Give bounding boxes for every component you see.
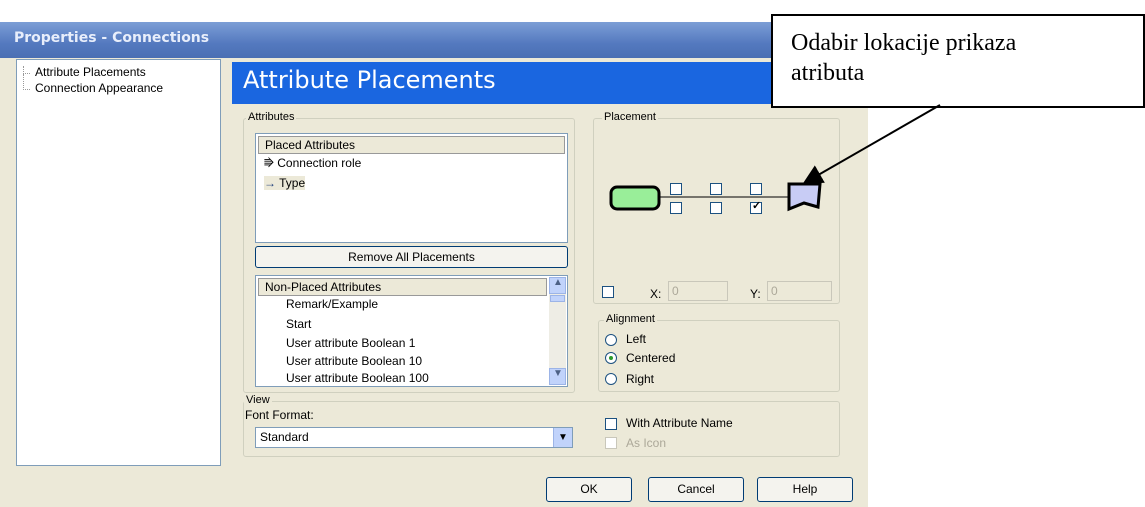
- align-left-label: Left: [626, 332, 647, 346]
- chevron-up-icon: ▲: [553, 277, 563, 288]
- align-centered-label: Centered: [626, 351, 676, 365]
- tree-item-attribute-placements[interactable]: Attribute Placements: [35, 65, 146, 79]
- as-icon-label: As Icon: [626, 436, 667, 450]
- scroll-up-button[interactable]: ▲: [549, 277, 566, 294]
- font-format-value: Standard: [260, 430, 309, 444]
- help-button[interactable]: Help: [757, 477, 853, 502]
- align-left-radio[interactable]: [605, 334, 617, 346]
- cancel-button[interactable]: Cancel: [648, 477, 744, 502]
- connection-role-icon: ⭆: [264, 158, 274, 170]
- callout-arrow-line: [802, 104, 941, 184]
- callout-line-1: Odabir lokacije prikaza: [791, 30, 1017, 56]
- align-right-label: Right: [626, 372, 655, 386]
- placement-checkbox-bottom-middle[interactable]: [710, 202, 722, 214]
- scroll-down-button[interactable]: ▼: [549, 368, 566, 385]
- y-input[interactable]: 0: [767, 281, 832, 301]
- x-label: X:: [650, 287, 662, 301]
- scroll-thumb[interactable]: [550, 295, 565, 302]
- source-node-icon: [609, 185, 661, 211]
- view-group-label: View: [244, 394, 272, 406]
- position-checkbox[interactable]: [602, 286, 614, 298]
- placed-attributes-header: Placed Attributes: [258, 136, 565, 154]
- attributes-group-label: Attributes: [246, 111, 297, 123]
- as-icon-checkbox[interactable]: [605, 437, 617, 449]
- callout-box: Odabir lokacije prikaza atributa: [771, 14, 1145, 108]
- align-centered-radio[interactable]: [605, 352, 617, 364]
- placed-attributes-list[interactable]: Placed Attributes ⭆ Connection role → Ty…: [255, 133, 568, 243]
- callout-text: Odabir lokacije prikaza atributa: [791, 28, 1016, 88]
- tree-connector: [23, 66, 30, 74]
- tree-item-connection-appearance[interactable]: Connection Appearance: [35, 81, 163, 95]
- list-item[interactable]: ⭆ Connection role: [264, 156, 361, 171]
- window-title: Properties - Connections: [14, 30, 210, 46]
- callout-line-2: atributa: [791, 60, 865, 86]
- placement-checkbox-top-left[interactable]: [670, 183, 682, 195]
- placement-checkbox-bottom-left[interactable]: [670, 202, 682, 214]
- tree-connector: [23, 74, 30, 90]
- x-input[interactable]: 0: [668, 281, 728, 301]
- list-item[interactable]: → Type: [264, 176, 306, 190]
- list-item[interactable]: User attribute Boolean 10: [286, 354, 422, 368]
- list-item[interactable]: Start: [286, 317, 311, 331]
- font-format-label: Font Format:: [245, 408, 314, 422]
- placement-group-label: Placement: [602, 111, 658, 123]
- align-right-radio[interactable]: [605, 373, 617, 385]
- list-scrollbar[interactable]: ▲ ▼: [549, 277, 566, 385]
- checkmark-icon: ✓: [752, 200, 762, 212]
- ok-button[interactable]: OK: [546, 477, 632, 502]
- navigation-tree: Attribute Placements Connection Appearan…: [16, 59, 221, 466]
- list-item[interactable]: User attribute Boolean 100: [286, 371, 429, 385]
- non-placed-attributes-list[interactable]: Non-Placed Attributes Remark/Example Sta…: [255, 275, 568, 387]
- placement-checkbox-bottom-right[interactable]: ✓: [750, 200, 762, 214]
- list-item[interactable]: Remark/Example: [286, 297, 378, 311]
- section-title: Attribute Placements: [243, 66, 496, 94]
- with-attribute-name-label: With Attribute Name: [626, 416, 733, 430]
- non-placed-attributes-header: Non-Placed Attributes: [258, 278, 547, 296]
- y-label: Y:: [750, 287, 761, 301]
- list-item[interactable]: User attribute Boolean 1: [286, 336, 415, 350]
- callout-arrow: [802, 104, 941, 184]
- alignment-group-label: Alignment: [604, 313, 657, 325]
- placement-checkbox-top-right[interactable]: [750, 183, 762, 195]
- chevron-down-icon: ▼: [553, 368, 563, 379]
- with-attribute-name-checkbox[interactable]: [605, 418, 617, 430]
- remove-all-placements-button[interactable]: Remove All Placements: [255, 246, 568, 268]
- font-format-select[interactable]: Standard ▼: [255, 427, 573, 448]
- placement-checkbox-top-middle[interactable]: [710, 183, 722, 195]
- dropdown-arrow-icon[interactable]: ▼: [553, 428, 572, 447]
- type-arrow-icon: →: [264, 176, 276, 190]
